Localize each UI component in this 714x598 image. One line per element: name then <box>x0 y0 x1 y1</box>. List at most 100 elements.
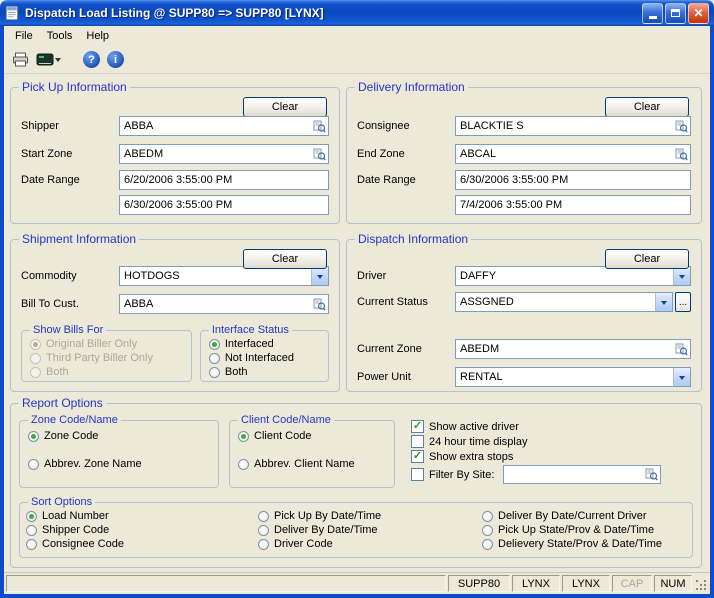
bill-to-input[interactable] <box>119 294 329 314</box>
driver-label: Driver <box>357 270 455 282</box>
client-code-name-group: Client Code/Name Client Code Abbrev. Cli… <box>229 414 395 488</box>
radio-driver-code[interactable]: Driver Code <box>258 538 482 550</box>
checkbox-24-hour-display[interactable]: 24 hour time display <box>411 435 693 448</box>
app-window: Dispatch Load Listing @ SUPP80 => SUPP80… <box>0 0 714 598</box>
consignee-input[interactable] <box>455 116 691 136</box>
current-zone-lookup-button[interactable] <box>673 340 690 358</box>
maximize-button[interactable] <box>665 3 686 24</box>
current-zone-input[interactable] <box>455 339 691 359</box>
close-button[interactable]: ✕ <box>688 3 709 24</box>
pickup-clear-button[interactable]: Clear <box>243 97 327 117</box>
radio-load-number[interactable]: Load Number <box>26 510 258 522</box>
commodity-input[interactable] <box>120 267 311 285</box>
start-zone-lookup-button[interactable] <box>311 145 328 163</box>
status-panel-numlock: NUM <box>654 575 692 592</box>
print-button[interactable] <box>10 49 31 71</box>
lookup-icon <box>313 298 326 311</box>
delivery-clear-button[interactable]: Clear <box>605 97 689 117</box>
checkbox-show-active-driver[interactable]: Show active driver <box>411 420 693 433</box>
end-zone-label: End Zone <box>357 148 455 160</box>
toolbar: ? i <box>4 46 710 74</box>
lookup-icon <box>313 148 326 161</box>
pickup-date-to-input[interactable] <box>119 195 329 215</box>
end-zone-lookup-button[interactable] <box>673 145 690 163</box>
resize-grip[interactable] <box>694 575 708 592</box>
radio-abbrev-zone-name[interactable]: Abbrev. Zone Name <box>28 458 210 470</box>
radio-client-code[interactable]: Client Code <box>238 430 386 442</box>
bill-to-lookup-button[interactable] <box>311 295 328 313</box>
radio-abbrev-client-name[interactable]: Abbrev. Client Name <box>238 458 386 470</box>
minimize-button[interactable] <box>642 3 663 24</box>
sort-options-group: Sort Options Load Number Shipper Code <box>19 496 693 558</box>
form-icon[interactable] <box>5 5 21 21</box>
radio-interfaced[interactable]: Interfaced <box>209 338 320 350</box>
current-zone-field <box>455 339 691 359</box>
delivery-group: Delivery Information Clear Consignee End… <box>346 80 702 224</box>
delivery-date-to-input[interactable] <box>455 195 691 215</box>
radio-icon <box>26 525 37 536</box>
filter-by-site-input[interactable] <box>503 465 661 484</box>
interface-status-group: Interface Status Interfaced Not Interfac… <box>200 324 329 382</box>
radio-zone-code[interactable]: Zone Code <box>28 430 210 442</box>
bill-to-field <box>119 294 329 314</box>
power-unit-dropdown-button[interactable] <box>673 368 690 386</box>
end-zone-field <box>455 144 691 164</box>
pickup-group: Pick Up Information Clear Shipper Start … <box>10 80 340 224</box>
status-panel-capslock: CAP <box>612 575 652 592</box>
pickup-date-range-label: Date Range <box>21 174 119 186</box>
radio-icon <box>482 539 493 550</box>
current-zone-label: Current Zone <box>357 343 455 355</box>
radio-icon <box>482 511 493 522</box>
pickup-date-from-input[interactable] <box>119 170 329 190</box>
radio-icon <box>26 539 37 550</box>
lookup-icon <box>675 148 688 161</box>
consignee-row: Consignee <box>357 116 691 136</box>
dispatch-group: Dispatch Information Clear Driver Curren… <box>346 232 702 392</box>
radio-pickup-state-prov-datetime[interactable]: Pick Up State/Prov & Date/Time <box>482 524 686 536</box>
shipper-lookup-button[interactable] <box>311 117 328 135</box>
menu-file[interactable]: File <box>8 28 40 44</box>
radio-interface-both[interactable]: Both <box>209 366 320 378</box>
lookup-icon <box>645 468 658 481</box>
consignee-lookup-button[interactable] <box>673 117 690 135</box>
current-status-input[interactable] <box>456 293 655 311</box>
shipment-clear-button[interactable]: Clear <box>243 249 327 269</box>
help-button[interactable]: ? <box>81 49 102 71</box>
bill-to-row: Bill To Cust. <box>21 294 329 314</box>
commodity-label: Commodity <box>21 270 119 282</box>
commodity-dropdown-button[interactable] <box>311 267 328 285</box>
driver-dropdown-button[interactable] <box>673 267 690 285</box>
radio-icon <box>258 539 269 550</box>
radio-icon <box>238 459 249 470</box>
report-preview-button[interactable] <box>34 49 65 71</box>
radio-not-interfaced[interactable]: Not Interfaced <box>209 352 320 364</box>
shipper-input[interactable] <box>119 116 329 136</box>
delivery-date-from-field <box>455 170 691 190</box>
checkbox-filter-by-site[interactable]: Filter By Site: <box>411 465 693 484</box>
zone-code-name-title: Zone Code/Name <box>28 414 121 426</box>
info-button[interactable]: i <box>105 49 126 71</box>
commodity-row: Commodity <box>21 266 329 286</box>
menu-tools[interactable]: Tools <box>40 28 80 44</box>
delivery-date-from-input[interactable] <box>455 170 691 190</box>
radio-deliver-by-datetime[interactable]: Deliver By Date/Time <box>258 524 482 536</box>
radio-shipper-code[interactable]: Shipper Code <box>26 524 258 536</box>
end-zone-input[interactable] <box>455 144 691 164</box>
window-title: Dispatch Load Listing @ SUPP80 => SUPP80… <box>25 6 642 20</box>
menu-help[interactable]: Help <box>79 28 116 44</box>
checkbox-show-extra-stops[interactable]: Show extra stops <box>411 450 693 463</box>
radio-delivery-state-prov-datetime[interactable]: Delievery State/Prov & Date/Time <box>482 538 686 550</box>
radio-deliver-by-date-current-driver[interactable]: Deliver By Date/Current Driver <box>482 510 686 522</box>
current-status-dropdown-button[interactable] <box>655 293 672 311</box>
radio-pickup-by-datetime[interactable]: Pick Up By Date/Time <box>258 510 482 522</box>
current-status-more-button[interactable]: ... <box>675 292 691 312</box>
power-unit-input[interactable] <box>456 368 673 386</box>
radio-icon <box>238 431 249 442</box>
dispatch-clear-button[interactable]: Clear <box>605 249 689 269</box>
start-zone-input[interactable] <box>119 144 329 164</box>
pickup-date-to-field <box>119 195 329 215</box>
zone-code-name-group: Zone Code/Name Zone Code Abbrev. Zone Na… <box>19 414 219 488</box>
filter-by-site-lookup-button[interactable] <box>643 466 660 483</box>
driver-input[interactable] <box>456 267 673 285</box>
radio-consignee-code[interactable]: Consignee Code <box>26 538 258 550</box>
